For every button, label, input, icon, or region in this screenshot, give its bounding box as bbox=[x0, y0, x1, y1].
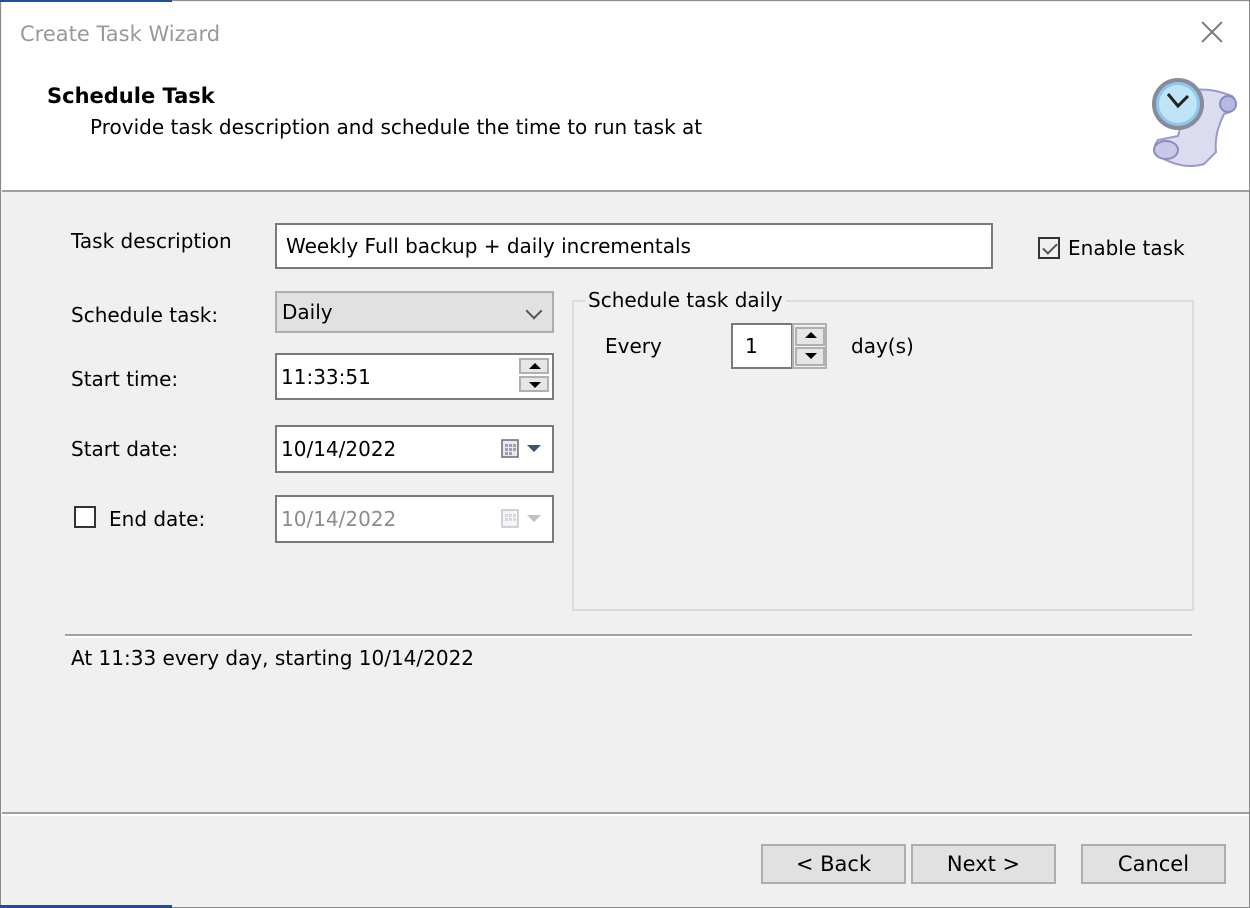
task-description-value: Weekly Full backup + daily incrementals bbox=[286, 234, 691, 258]
schedule-task-value: Daily bbox=[282, 300, 333, 324]
spin-up-icon[interactable] bbox=[795, 327, 825, 346]
every-label: Every bbox=[605, 334, 662, 358]
window-accent-top bbox=[0, 0, 172, 2]
schedule-task-label: Schedule task: bbox=[71, 303, 219, 327]
start-time-value: 11:33:51 bbox=[281, 364, 371, 389]
caret-down-icon[interactable] bbox=[527, 445, 541, 453]
calendar-icon-disabled bbox=[501, 509, 519, 528]
next-button[interactable]: Next > bbox=[911, 844, 1056, 884]
enable-task-checkbox[interactable] bbox=[1038, 237, 1060, 259]
end-date-value: 10/14/2022 bbox=[281, 507, 397, 531]
every-days-spinner[interactable] bbox=[792, 323, 827, 369]
every-days-input[interactable]: 1 bbox=[731, 323, 793, 369]
spin-up-icon[interactable] bbox=[519, 358, 549, 374]
start-date-label: Start date: bbox=[71, 437, 179, 461]
start-time-label: Start time: bbox=[71, 367, 179, 391]
schedule-daily-group-title: Schedule task daily bbox=[585, 288, 786, 312]
days-unit-label: day(s) bbox=[851, 334, 914, 358]
calendar-icon[interactable] bbox=[501, 439, 521, 459]
cancel-button[interactable]: Cancel bbox=[1081, 844, 1226, 884]
close-icon[interactable] bbox=[1195, 16, 1229, 50]
end-date-checkbox[interactable] bbox=[74, 506, 96, 528]
page-title: Schedule Task bbox=[47, 84, 215, 108]
chevron-down-icon bbox=[525, 302, 543, 320]
wizard-header: Schedule Task Provide task description a… bbox=[2, 64, 1249, 192]
schedule-task-dropdown[interactable]: Daily bbox=[275, 291, 554, 333]
summary-separator bbox=[65, 634, 1192, 638]
every-days-value: 1 bbox=[745, 334, 758, 358]
wizard-window: Create Task Wizard Schedule Task Provide… bbox=[0, 0, 1250, 908]
title-bar: Create Task Wizard bbox=[2, 2, 1249, 64]
enable-task-label[interactable]: Enable task bbox=[1068, 236, 1185, 260]
caret-down-icon-disabled bbox=[527, 515, 541, 522]
start-time-input[interactable]: 11:33:51 bbox=[275, 353, 554, 400]
task-description-input[interactable]: Weekly Full backup + daily incrementals bbox=[275, 223, 993, 269]
spin-down-icon[interactable] bbox=[519, 376, 549, 392]
start-time-spinner[interactable] bbox=[519, 358, 551, 394]
task-description-label: Task description bbox=[71, 229, 232, 253]
end-date-label[interactable]: End date: bbox=[109, 507, 205, 531]
back-button[interactable]: < Back bbox=[761, 844, 906, 884]
page-subtitle: Provide task description and schedule th… bbox=[90, 115, 703, 139]
start-date-value: 10/14/2022 bbox=[281, 437, 397, 461]
spin-down-icon[interactable] bbox=[795, 347, 825, 366]
footer-separator bbox=[2, 812, 1249, 816]
window-title: Create Task Wizard bbox=[20, 22, 221, 46]
schedule-clock-scroll-icon bbox=[1152, 78, 1237, 167]
schedule-summary: At 11:33 every day, starting 10/14/2022 bbox=[71, 646, 475, 670]
